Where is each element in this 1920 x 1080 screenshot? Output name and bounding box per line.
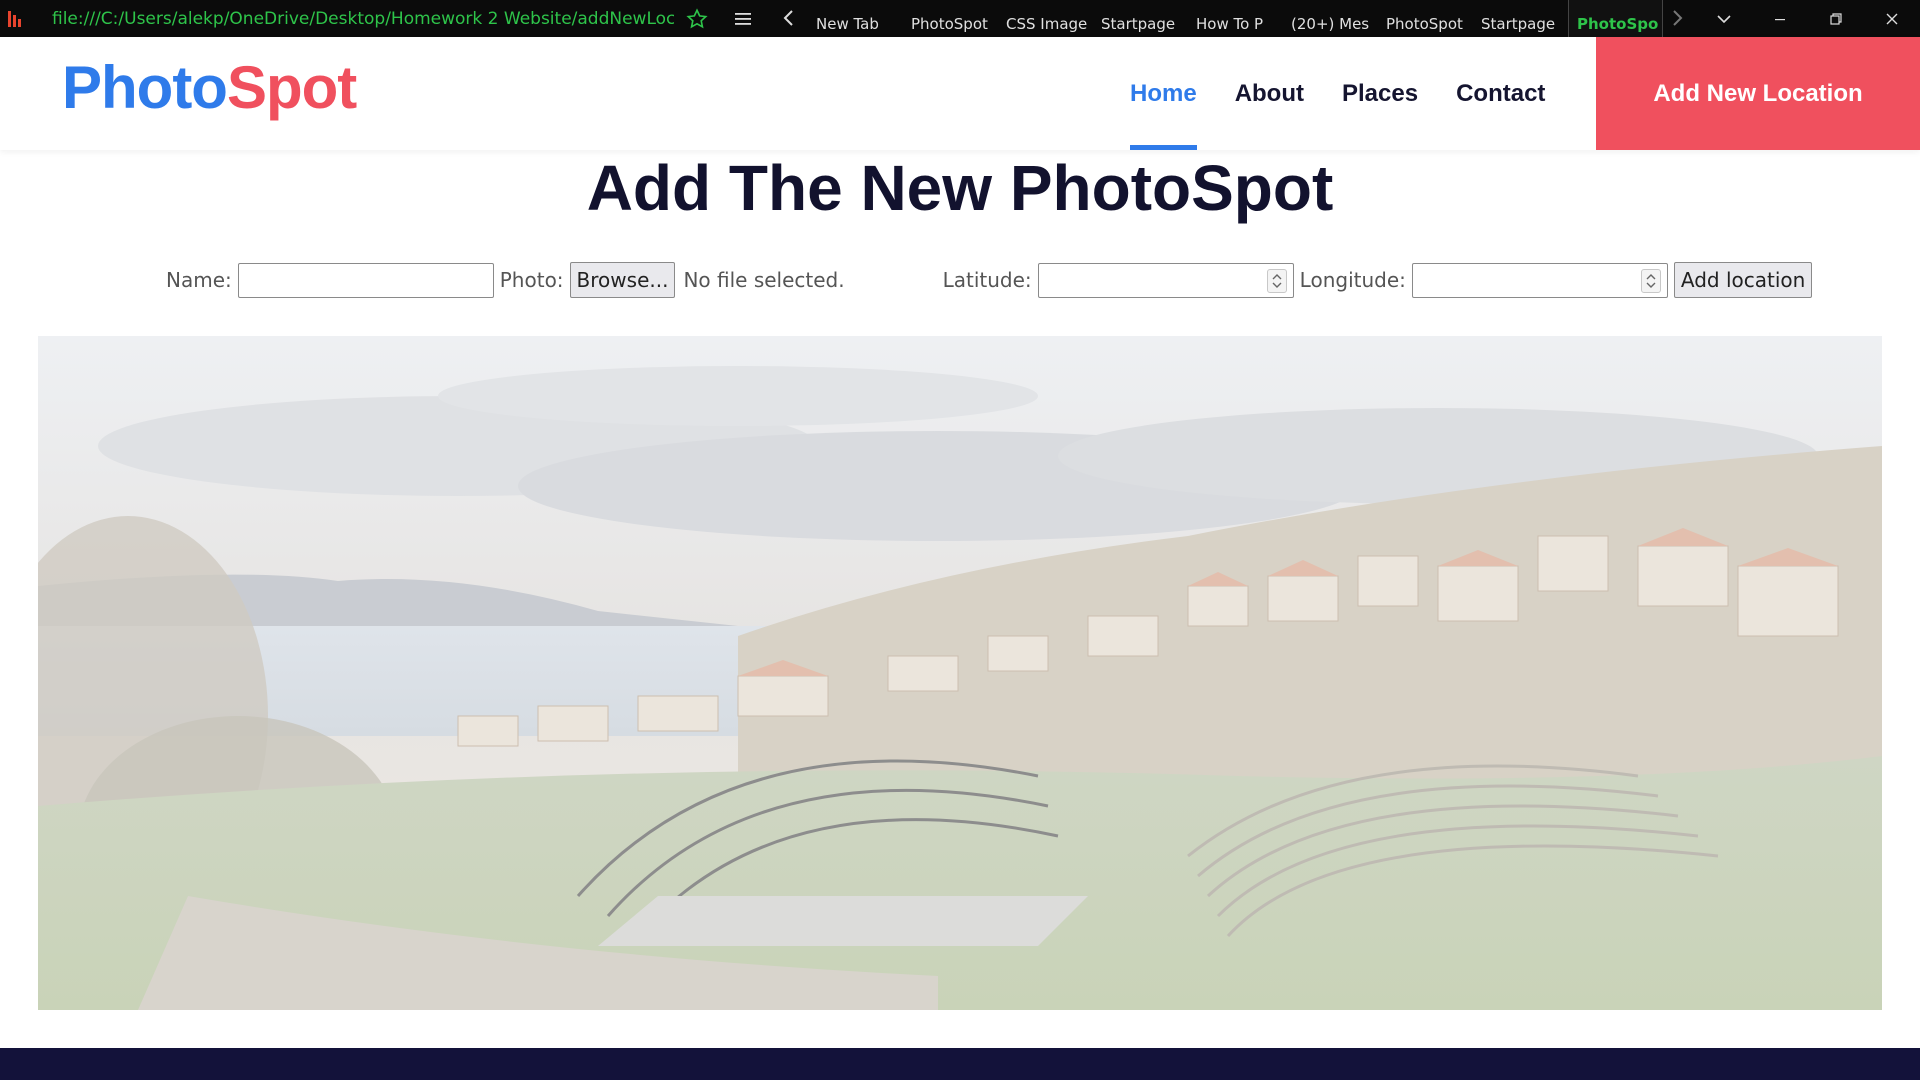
tab-photospot-2[interactable]: PhotoSpot <box>1378 0 1473 37</box>
close-icon[interactable] <box>1864 0 1920 37</box>
browser-chrome: file:///C:/Users/alekp/OneDrive/Desktop/… <box>0 0 1920 37</box>
tab-new-tab[interactable]: New Tab <box>808 0 903 37</box>
add-location-form: Name: Photo: Browse... No file selected.… <box>166 262 1813 298</box>
nav-places[interactable]: Places <box>1342 37 1418 150</box>
tabs-scroll-right-icon[interactable] <box>1668 9 1686 27</box>
add-location-submit-button[interactable]: Add location <box>1673 262 1813 298</box>
logo-spot: Spot <box>226 54 357 121</box>
restore-icon[interactable] <box>1808 0 1864 37</box>
tab-how-to[interactable]: How To P <box>1188 0 1283 37</box>
address-bar[interactable]: file:///C:/Users/alekp/OneDrive/Desktop/… <box>52 0 674 37</box>
file-status-text: No file selected. <box>683 268 845 292</box>
nav-home[interactable]: Home <box>1130 37 1197 150</box>
tab-messages[interactable]: (20+) Mes <box>1283 0 1378 37</box>
add-new-location-button[interactable]: Add New Location <box>1596 37 1920 150</box>
latitude-spinner-icon[interactable] <box>1266 268 1287 293</box>
page-title: Add The New PhotoSpot <box>586 152 1334 224</box>
longitude-spinner-icon[interactable] <box>1640 268 1661 293</box>
tab-photospot-active[interactable]: PhotoSpo <box>1568 0 1663 37</box>
longitude-input[interactable] <box>1411 262 1668 298</box>
tab-photospot[interactable]: PhotoSpot <box>903 0 998 37</box>
bookmark-star-icon[interactable] <box>686 8 708 30</box>
name-input[interactable] <box>237 262 494 298</box>
latitude-input[interactable] <box>1037 262 1294 298</box>
tabs-scroll-left-icon[interactable] <box>780 9 798 27</box>
site-header: PhotoSpot Home About Places Contact Add … <box>0 37 1920 150</box>
nav-about[interactable]: About <box>1235 37 1304 150</box>
minimize-icon[interactable] <box>1752 0 1808 37</box>
main-nav: Home About Places Contact <box>1130 37 1583 150</box>
tab-startpage[interactable]: Startpage <box>1093 0 1188 37</box>
site-logo[interactable]: PhotoSpot <box>62 53 357 122</box>
tab-strip: New Tab PhotoSpot CSS Image Startpage Ho… <box>808 0 1663 37</box>
site-footer <box>0 1048 1920 1080</box>
longitude-label: Longitude: <box>1299 268 1406 292</box>
browse-button[interactable]: Browse... <box>569 262 676 298</box>
tab-startpage-2[interactable]: Startpage <box>1473 0 1568 37</box>
tab-list-chevron-down-icon[interactable] <box>1696 0 1752 37</box>
logo-photo: Photo <box>62 54 228 121</box>
hero-image <box>38 336 1882 1010</box>
tab-css-image[interactable]: CSS Image <box>998 0 1093 37</box>
latitude-label: Latitude: <box>942 268 1032 292</box>
photo-label: Photo: <box>499 268 564 292</box>
nav-contact[interactable]: Contact <box>1456 37 1545 150</box>
browser-logo-icon[interactable] <box>0 0 30 37</box>
name-label: Name: <box>166 268 232 292</box>
hamburger-menu-icon[interactable] <box>734 10 752 28</box>
